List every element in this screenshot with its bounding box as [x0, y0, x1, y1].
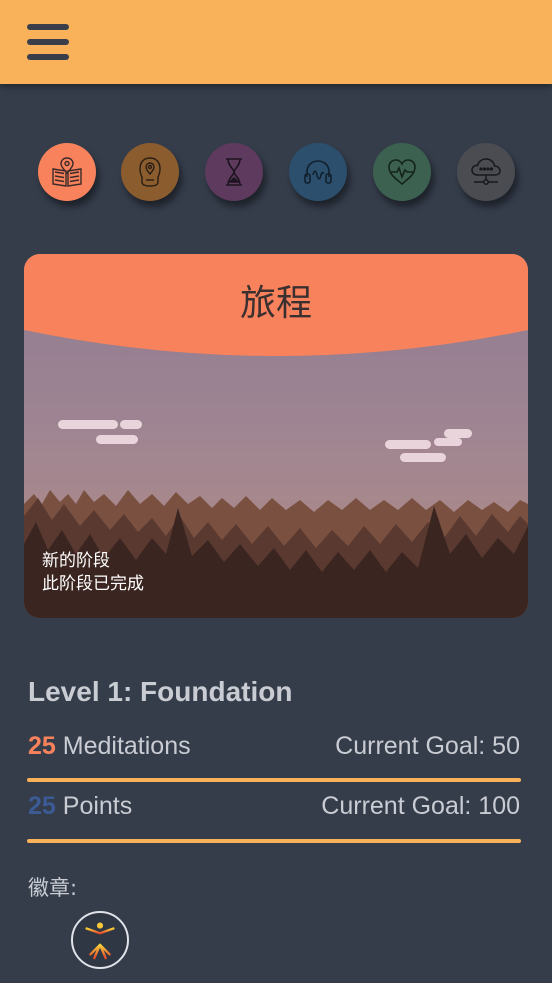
badges-label: 徽章:	[28, 876, 78, 900]
meditations-count: 25	[28, 732, 56, 760]
open-book-location-icon[interactable]	[38, 143, 96, 201]
meditations-stat: 25 Meditations	[28, 732, 191, 761]
points-stat-row: 25 Points Current Goal: 100	[28, 792, 522, 826]
heart-pulse-icon[interactable]	[373, 143, 431, 201]
points-stat: 25 Points	[28, 792, 132, 821]
level-title: Level 1: Foundation	[28, 676, 293, 707]
vitruvian-man-badge[interactable]	[71, 911, 129, 969]
menu-line	[27, 24, 69, 30]
meditations-progress-bar	[27, 778, 521, 782]
journey-title: 旅程	[239, 283, 312, 324]
meditations-stat-row: 25 Meditations Current Goal: 50	[28, 732, 522, 766]
stage-heading: 新的阶段	[42, 551, 110, 571]
category-icon-row	[0, 143, 552, 203]
meditations-label: Meditations	[62, 732, 191, 760]
vitruvian-man-icon	[82, 922, 118, 960]
headphones-icon[interactable]	[289, 143, 347, 201]
hourglass-icon[interactable]	[205, 143, 263, 201]
points-progress-bar	[27, 839, 521, 843]
menu-line	[27, 54, 69, 60]
meditations-goal: Current Goal: 50	[335, 732, 520, 760]
points-label: Points	[62, 792, 133, 820]
cloud-network-icon[interactable]	[457, 143, 515, 201]
menu-line	[27, 39, 69, 45]
stage-status: 此阶段已完成	[42, 574, 144, 594]
hamburger-menu-icon[interactable]	[27, 24, 69, 62]
journey-card[interactable]: 旅程 新的阶段 此阶段已完成	[24, 254, 528, 618]
top-app-bar	[0, 0, 552, 84]
head-location-icon[interactable]	[121, 143, 179, 201]
points-count: 25	[28, 792, 56, 820]
points-goal: Current Goal: 100	[321, 792, 520, 820]
